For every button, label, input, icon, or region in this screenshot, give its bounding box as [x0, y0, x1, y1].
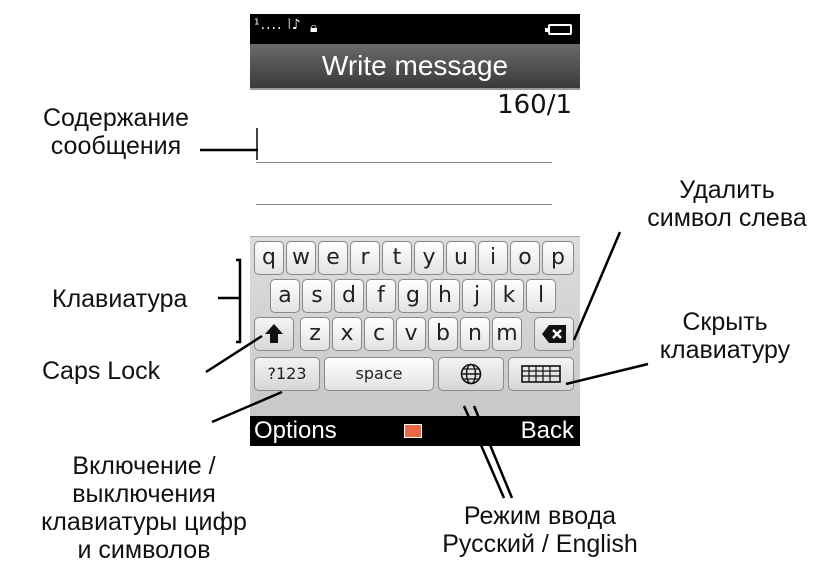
annotation-line: символ слева — [647, 204, 807, 232]
key-g[interactable]: g — [398, 279, 428, 313]
battery-icon — [545, 24, 572, 35]
key-b[interactable]: b — [428, 317, 458, 351]
options-softkey[interactable]: Options — [254, 417, 337, 445]
key-x[interactable]: x — [332, 317, 362, 351]
screen-title: Write message — [250, 44, 580, 90]
key-e[interactable]: e — [318, 241, 348, 275]
key-a[interactable]: a — [270, 279, 300, 313]
annotation-line: сообщения — [50, 132, 182, 160]
shift-arrow-icon — [265, 324, 283, 343]
signal-indicators: ¹.... ⦚♪ — [254, 17, 302, 33]
softkey-bar: Options Back — [250, 416, 580, 446]
annotation-message-content: Содержание сообщения — [28, 104, 204, 160]
annotation-line: Режим ввода — [463, 502, 617, 530]
message-envelope-icon — [404, 424, 422, 438]
key-j[interactable]: j — [462, 279, 492, 313]
key-p[interactable]: p — [542, 241, 574, 275]
key-m[interactable]: m — [492, 317, 522, 351]
key-o[interactable]: o — [510, 241, 540, 275]
annotation-delete: Удалить символ слева — [620, 176, 834, 232]
key-z[interactable]: z — [300, 317, 330, 351]
leader-line-delete — [572, 231, 622, 341]
text-cursor — [256, 128, 258, 160]
annotation-line: клавиатуры цифр — [41, 508, 247, 536]
hide-keyboard-key[interactable] — [508, 357, 574, 391]
key-h[interactable]: h — [430, 279, 460, 313]
key-u[interactable]: u — [446, 241, 476, 275]
annotation-line: Удалить — [679, 176, 775, 204]
space-key[interactable]: space — [324, 357, 434, 391]
annotation-line: клавиатуру — [659, 336, 791, 364]
annotation-line: Скрыть — [682, 308, 768, 336]
annotation-caps-lock: Caps Lock — [42, 357, 161, 385]
key-c[interactable]: c — [364, 317, 394, 351]
annotation-line: и символов — [77, 536, 211, 561]
numbers-symbols-key[interactable]: ?123 — [254, 357, 320, 391]
key-i[interactable]: i — [478, 241, 508, 275]
text-line — [256, 162, 552, 163]
key-l[interactable]: l — [526, 279, 556, 313]
key-q[interactable]: q — [254, 241, 284, 275]
key-v[interactable]: v — [396, 317, 426, 351]
annotation-line: выключения — [72, 480, 216, 508]
annotation-input-mode: Режим ввода Русский / English — [410, 502, 670, 558]
character-counter: 160/1 — [497, 90, 572, 120]
keyboard-icon — [521, 365, 561, 383]
key-f[interactable]: f — [366, 279, 396, 313]
key-k[interactable]: k — [494, 279, 524, 313]
onscreen-keyboard: q w e r t y u i o p a s d f g h j k l z … — [250, 236, 580, 417]
message-content-area[interactable]: 160/1 — [250, 90, 580, 240]
key-w[interactable]: w — [286, 241, 316, 275]
instruction-figure: ¹.... ⦚♪ 🔒︎ Write message 160/1 q w e r … — [0, 0, 840, 561]
globe-icon — [460, 363, 482, 385]
status-bar: ¹.... ⦚♪ 🔒︎ — [250, 14, 580, 44]
lock-icon: 🔒︎ — [310, 19, 318, 35]
bracket-keyboard — [236, 258, 242, 344]
annotation-keyboard: Клавиатура — [52, 285, 188, 313]
caps-lock-key[interactable] — [254, 317, 294, 351]
input-language-key[interactable] — [438, 357, 504, 391]
key-s[interactable]: s — [302, 279, 332, 313]
text-line — [256, 204, 552, 205]
key-t[interactable]: t — [382, 241, 412, 275]
back-softkey[interactable]: Back — [521, 417, 574, 445]
annotation-numbers-toggle: Включение / выключения клавиатуры цифр и… — [6, 452, 282, 561]
key-r[interactable]: r — [350, 241, 380, 275]
annotation-line: Русский / English — [442, 530, 638, 558]
annotation-line: Содержание — [42, 104, 190, 132]
key-y[interactable]: y — [414, 241, 444, 275]
key-n[interactable]: n — [460, 317, 490, 351]
annotation-hide-keyboard: Скрыть клавиатуру — [640, 308, 810, 364]
delete-key[interactable] — [534, 317, 574, 351]
key-d[interactable]: d — [334, 279, 364, 313]
backspace-icon — [542, 325, 566, 343]
annotation-line: Включение / — [72, 452, 216, 480]
phone-screen: ¹.... ⦚♪ 🔒︎ Write message 160/1 q w e r … — [250, 14, 580, 446]
